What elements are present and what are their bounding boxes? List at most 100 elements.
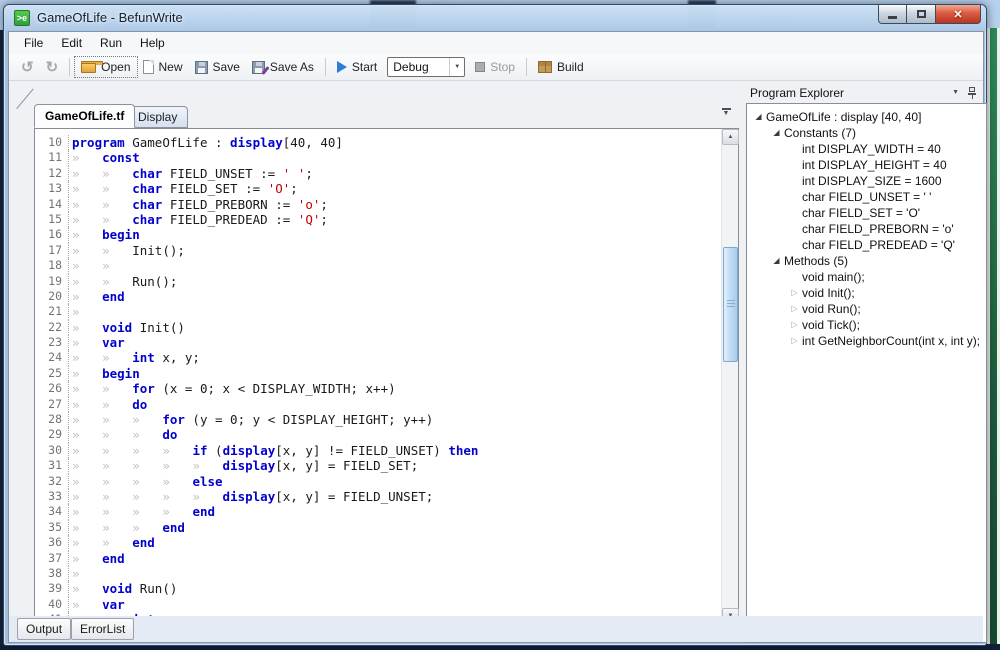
pin-icon[interactable] — [967, 86, 977, 99]
tree-item[interactable]: char FIELD_PREBORN = 'o' — [747, 221, 986, 237]
tree-item[interactable]: int DISPLAY_SIZE = 1600 — [747, 173, 986, 189]
tree-item[interactable]: int DISPLAY_WIDTH = 40 — [747, 141, 986, 157]
panel-menu-icon[interactable]: ▼ — [952, 89, 959, 96]
tree-item[interactable]: ▷void Run(); — [747, 301, 986, 317]
close-button[interactable]: ✕ — [936, 5, 981, 24]
tab-marker: » — [102, 197, 132, 212]
collapsed-arrow-icon[interactable]: ▷ — [788, 301, 801, 317]
tab-marker: » — [72, 289, 102, 304]
code-line[interactable]: 26» » for (x = 0; x < DISPLAY_WIDTH; x++… — [35, 381, 721, 396]
collapsed-arrow-icon[interactable]: ▷ — [788, 317, 801, 333]
tree-item[interactable]: ▷void Init(); — [747, 285, 986, 301]
save-button[interactable]: Save — [189, 57, 246, 77]
tab-gameoflife-tf[interactable]: GameOfLife.tf — [34, 104, 135, 128]
maximize-button[interactable] — [907, 5, 936, 24]
expanded-arrow-icon[interactable]: ◢ — [770, 125, 783, 141]
tab-display[interactable]: Display — [127, 106, 188, 128]
tree-item[interactable]: ◢Methods (5) — [747, 253, 986, 269]
code-line[interactable]: 25» begin — [35, 366, 721, 381]
tree-item[interactable]: ◢GameOfLife : display [40, 40] — [747, 109, 986, 125]
start-button[interactable]: Start — [331, 57, 383, 77]
tree-item-label: Constants (7) — [783, 125, 856, 141]
code-line[interactable]: 38» — [35, 566, 721, 581]
save-as-button[interactable]: Save As — [246, 57, 320, 77]
code-line[interactable]: 33» » » » » display[x, y] = FIELD_UNSET; — [35, 489, 721, 504]
code-line[interactable]: 28» » » for (y = 0; y < DISPLAY_HEIGHT; … — [35, 412, 721, 427]
code-line[interactable]: 10program GameOfLife : display[40, 40] — [35, 135, 721, 150]
code-line[interactable]: 21» — [35, 304, 721, 319]
code-line[interactable]: 15» » char FIELD_PREDEAD := 'Q'; — [35, 212, 721, 227]
code-line[interactable]: 16» begin — [35, 227, 721, 242]
vertical-scroll-thumb[interactable] — [723, 247, 738, 362]
collapse-chevron-icon[interactable]: ▼ — [718, 108, 734, 122]
tree-item[interactable]: char FIELD_PREDEAD = 'Q' — [747, 237, 986, 253]
tree-item[interactable]: char FIELD_UNSET = ' ' — [747, 189, 986, 205]
code-line[interactable]: 19» » Run(); — [35, 274, 721, 289]
code-line[interactable]: 12» » char FIELD_UNSET := ' '; — [35, 166, 721, 181]
vertical-scrollbar[interactable]: ▲ ▼ — [721, 129, 738, 624]
menu-help[interactable]: Help — [131, 34, 174, 52]
code-line[interactable]: 24» » int x, y; — [35, 350, 721, 365]
code-line[interactable]: 13» » char FIELD_SET := 'O'; — [35, 181, 721, 196]
code-line[interactable]: 39» void Run() — [35, 581, 721, 596]
code-line[interactable]: 14» » char FIELD_PREBORN := 'o'; — [35, 197, 721, 212]
collapsed-arrow-icon[interactable]: ▷ — [788, 285, 801, 301]
menu-run[interactable]: Run — [91, 34, 131, 52]
code-line[interactable]: 34» » » » end — [35, 504, 721, 519]
tab-errorlist[interactable]: ErrorList — [71, 618, 134, 640]
tab-marker: » — [72, 412, 102, 427]
code-line[interactable]: 23» var — [35, 335, 721, 350]
line-number: 17 — [35, 243, 69, 258]
expanded-arrow-icon[interactable]: ◢ — [752, 109, 765, 125]
code-line[interactable]: 22» void Init() — [35, 320, 721, 335]
code-line[interactable]: 36» » end — [35, 535, 721, 550]
tab-output[interactable]: Output — [17, 618, 71, 640]
befunwrite-window: >e GameOfLife - BefunWrite ✕ File Edit R… — [3, 4, 987, 646]
tree-item[interactable]: ▷void Tick(); — [747, 317, 986, 333]
tab-marker: » — [72, 443, 102, 458]
tree-item-label: char FIELD_SET = 'O' — [801, 205, 920, 221]
code-line[interactable]: 31» » » » » display[x, y] = FIELD_SET; — [35, 458, 721, 473]
code-line[interactable]: 20» end — [35, 289, 721, 304]
code-line[interactable]: 18» » — [35, 258, 721, 273]
expanded-arrow-icon[interactable]: ◢ — [770, 253, 783, 269]
undo-button[interactable]: ↺ — [15, 57, 40, 78]
tab-marker: » — [72, 304, 102, 319]
collapsed-arrow-icon[interactable]: ▷ — [788, 333, 801, 349]
code-editor: 10program GameOfLife : display[40, 40]11… — [34, 128, 739, 642]
code-line[interactable]: 40» var — [35, 597, 721, 612]
code-line[interactable]: 11» const — [35, 150, 721, 165]
redo-button[interactable]: ↻ — [40, 57, 65, 78]
tree-item[interactable]: int DISPLAY_HEIGHT = 40 — [747, 157, 986, 173]
code-line[interactable]: 37» end — [35, 551, 721, 566]
new-button[interactable]: New — [137, 57, 189, 77]
scroll-up-button[interactable]: ▲ — [722, 129, 739, 145]
chevron-down-icon[interactable]: ▼ — [449, 58, 464, 76]
tab-marker: » — [72, 243, 102, 258]
code-line[interactable]: 29» » » do — [35, 427, 721, 442]
tree-item[interactable]: ◢Constants (7) — [747, 125, 986, 141]
tree-item[interactable]: ▷int GetNeighborCount(int x, int y); — [747, 333, 986, 349]
code-line[interactable]: 32» » » » else — [35, 474, 721, 489]
tab-marker: » — [102, 166, 132, 181]
line-number: 39 — [35, 581, 69, 596]
line-number: 13 — [35, 181, 69, 196]
title-bar[interactable]: >e GameOfLife - BefunWrite ✕ — [4, 5, 986, 31]
minimize-button[interactable] — [878, 5, 907, 24]
menu-edit[interactable]: Edit — [52, 34, 91, 52]
menu-file[interactable]: File — [15, 34, 52, 52]
code-line[interactable]: 30» » » » if (display[x, y] != FIELD_UNS… — [35, 443, 721, 458]
code-line[interactable]: 17» » Init(); — [35, 243, 721, 258]
code-line[interactable]: 35» » » end — [35, 520, 721, 535]
tree-item[interactable]: char FIELD_SET = 'O' — [747, 205, 986, 221]
line-number: 30 — [35, 443, 69, 458]
code-area[interactable]: 10program GameOfLife : display[40, 40]11… — [35, 129, 721, 624]
code-line[interactable]: 27» » do — [35, 397, 721, 412]
stop-button[interactable]: Stop — [469, 57, 521, 77]
debug-mode-select[interactable]: Debug ▼ — [387, 57, 465, 77]
tab-marker: » — [102, 212, 132, 227]
tree-item[interactable]: void main(); — [747, 269, 986, 285]
open-button[interactable]: Open — [75, 57, 136, 77]
build-button[interactable]: Build — [532, 57, 590, 77]
tab-marker: » — [72, 566, 102, 581]
